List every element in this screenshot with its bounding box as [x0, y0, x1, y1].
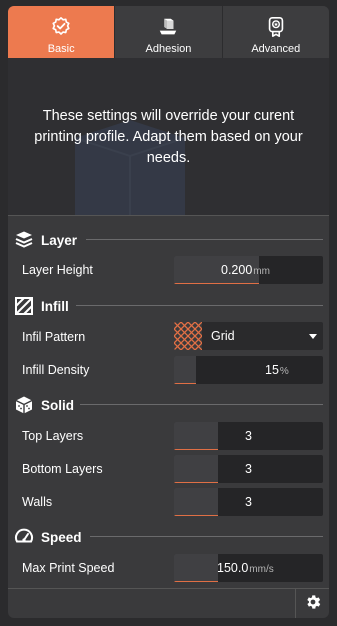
speedometer-icon [14, 527, 34, 547]
section-layer-title: Layer [41, 232, 78, 248]
tab-advanced-label: Advanced [251, 43, 301, 55]
layer-height-value-wrap: 0.200 mm [221, 256, 270, 284]
infill-density-label: Infill Density [22, 363, 90, 377]
gear-icon [304, 593, 322, 616]
infill-density-unit: % [279, 365, 289, 377]
award-ribbon-icon [265, 16, 287, 38]
settings-tabs: Basic Adhesion Advanced [8, 6, 329, 58]
section-infill-title: Infill [41, 298, 69, 314]
section-solid-title: Solid [41, 397, 74, 413]
notice-text: These settings will override your curent… [34, 108, 303, 166]
layer-height-value: 0.200 [221, 263, 253, 277]
max-print-speed-unit: mm/s [249, 563, 274, 575]
infill-density-value: 15 [265, 363, 279, 377]
panel-footer [8, 588, 329, 618]
infill-density-slider-fill[interactable] [174, 356, 196, 384]
walls-label: Walls [22, 495, 53, 509]
bottom-layers-field[interactable]: 3 [174, 455, 323, 483]
top-layers-field[interactable]: 3 [174, 422, 323, 450]
chevron-down-icon[interactable] [309, 333, 317, 339]
top-layers-value: 3 [245, 429, 252, 443]
walls-slider-fill[interactable] [174, 488, 218, 516]
section-speed-header: Speed [14, 527, 82, 547]
hatched-square-icon [14, 296, 34, 316]
layer-height-label: Layer Height [22, 263, 93, 277]
section-speed-divider [90, 536, 323, 537]
bottom-layers-value: 3 [245, 462, 252, 476]
max-print-speed-field[interactable]: 150.0 mm/s [174, 554, 323, 582]
layer-height-unit: mm [253, 265, 270, 277]
layer-height-field[interactable]: 0.200 mm [174, 256, 323, 284]
solid-cube-icon [14, 395, 34, 415]
section-layer-header: Layer [14, 230, 77, 250]
section-speed-title: Speed [41, 529, 82, 545]
infill-pattern-select[interactable]: Grid [174, 322, 323, 350]
infill-pattern-value: Grid [211, 329, 235, 343]
infill-pattern-label: Infil Pattern [22, 330, 86, 344]
walls-field[interactable]: 3 [174, 488, 323, 516]
settings-button[interactable] [295, 589, 329, 618]
section-infill-divider [76, 305, 323, 306]
max-print-speed-value: 150.0 [217, 561, 249, 575]
top-layers-value-wrap: 3 [245, 422, 252, 450]
section-solid-divider [80, 404, 323, 405]
tab-advanced[interactable]: Advanced [221, 6, 329, 58]
tab-basic[interactable]: Basic [8, 6, 115, 58]
tab-adhesion-label: Adhesion [145, 43, 192, 55]
print-settings-panel: Basic Adhesion Advanced These settings w… [8, 6, 329, 618]
walls-value-wrap: 3 [245, 488, 252, 516]
bottom-layers-label: Bottom Layers [22, 462, 103, 476]
max-print-speed-value-wrap: 150.0 mm/s [217, 554, 274, 582]
section-infill-header: Infill [14, 296, 69, 316]
infill-density-value-wrap: 15 % [265, 356, 289, 384]
top-layers-label: Top Layers [22, 429, 84, 443]
badge-check-icon [50, 16, 72, 38]
grid-pattern-icon [174, 322, 203, 350]
bottom-layers-value-wrap: 3 [245, 455, 252, 483]
section-layer-divider [86, 239, 323, 240]
tab-basic-label: Basic [47, 43, 75, 55]
tab-adhesion[interactable]: Adhesion [114, 6, 221, 58]
section-solid-header: Solid [14, 395, 74, 415]
max-print-speed-slider-fill[interactable] [174, 554, 218, 582]
walls-value: 3 [245, 495, 252, 509]
infill-density-field[interactable]: 15 % [174, 356, 323, 384]
max-print-speed-label: Max Print Speed [22, 561, 115, 575]
profile-override-notice: These settings will override your curent… [8, 58, 329, 216]
bottom-layers-slider-fill[interactable] [174, 455, 218, 483]
cube-on-plate-icon [157, 16, 179, 38]
top-layers-slider-fill[interactable] [174, 422, 218, 450]
layers-icon [14, 230, 34, 250]
